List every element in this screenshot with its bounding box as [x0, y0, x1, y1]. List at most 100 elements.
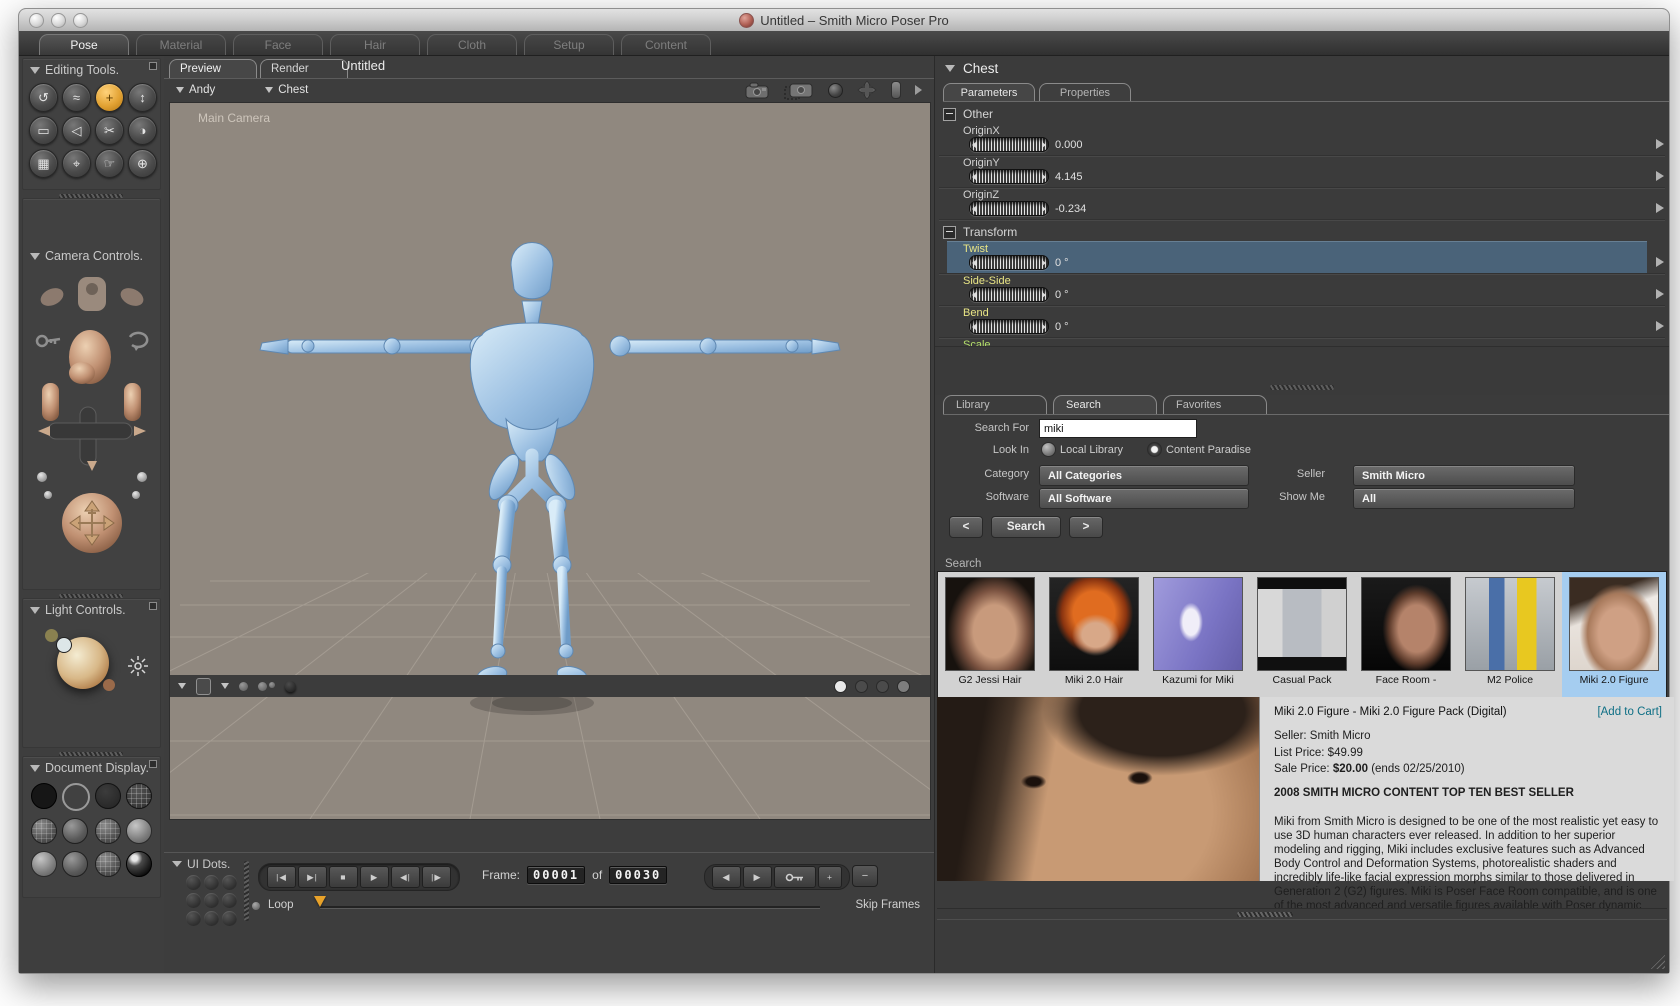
panel-resize-handle[interactable] — [1270, 385, 1334, 390]
light-dot-icon[interactable] — [103, 679, 115, 691]
rotate-tool-icon[interactable]: ↺ — [29, 83, 58, 112]
param-dial[interactable] — [969, 255, 1049, 270]
tab-cloth[interactable]: Cloth — [427, 34, 517, 55]
search-input[interactable] — [1039, 419, 1197, 438]
ui-dot[interactable] — [204, 911, 219, 926]
result-item[interactable]: Casual Pack — [1250, 572, 1354, 698]
param-dial[interactable] — [969, 201, 1049, 216]
page-dot[interactable] — [897, 679, 910, 693]
preview-viewport[interactable]: Main Camera — [169, 102, 931, 820]
zoom-window-icon[interactable] — [73, 13, 88, 28]
ui-dot[interactable] — [222, 911, 237, 926]
dropdown-triangle-icon[interactable] — [221, 683, 229, 689]
direct-manipulation-tool-icon[interactable]: ⊕ — [128, 149, 157, 178]
prev-key-button[interactable]: ◀ — [712, 866, 741, 888]
shadow-toggle-icon[interactable] — [285, 680, 296, 692]
add-keyframe-button[interactable] — [774, 866, 816, 888]
param-dial[interactable] — [969, 287, 1049, 302]
grouping-tool-icon[interactable]: ▦ — [29, 149, 58, 178]
display-texture-shaded-icon[interactable] — [95, 851, 121, 877]
move-cross-icon[interactable] — [857, 80, 877, 100]
local-library-radio-label[interactable]: Local Library — [1060, 444, 1123, 456]
camera-dolly-icon[interactable] — [784, 80, 814, 100]
figure-menu[interactable]: Andy — [176, 84, 215, 96]
display-sketch-icon[interactable] — [126, 851, 152, 877]
param-menu-arrow-icon[interactable] — [1656, 321, 1664, 331]
chain-break-tool-icon[interactable]: ✂ — [95, 116, 124, 145]
collapse-box-icon[interactable] — [943, 225, 956, 239]
display-wireframe-icon[interactable] — [95, 783, 121, 809]
display-outline-icon[interactable] — [62, 783, 90, 811]
collapse-box-icon[interactable] — [943, 107, 956, 121]
ui-dot[interactable] — [204, 875, 219, 890]
panel-detach-icon[interactable] — [149, 62, 157, 70]
software-dropdown[interactable]: All Software — [1039, 488, 1249, 509]
next-key-button[interactable]: ▶ — [743, 866, 772, 888]
local-library-radio[interactable] — [1041, 442, 1056, 457]
tab-pose[interactable]: Pose — [39, 34, 129, 55]
panel-detach-icon[interactable] — [149, 602, 157, 610]
param-menu-arrow-icon[interactable] — [1656, 171, 1664, 181]
result-item[interactable]: Miki 2.0 Hair — [1042, 572, 1146, 698]
param-menu-arrow-icon[interactable] — [1656, 257, 1664, 267]
result-item[interactable]: Kazumi for Miki — [1146, 572, 1250, 698]
add-frames-button[interactable]: + — [818, 866, 842, 888]
result-item[interactable]: G2 Jessi Hair — [938, 572, 1042, 698]
dropdown-triangle-icon[interactable] — [178, 683, 186, 689]
display-cartoon-icon[interactable] — [126, 818, 152, 844]
display-flat-shaded-icon[interactable] — [62, 818, 88, 844]
tab-face[interactable]: Face — [233, 34, 323, 55]
page-dot-active[interactable] — [834, 679, 847, 693]
playhead-marker[interactable] — [314, 896, 326, 907]
ui-dot[interactable] — [186, 911, 201, 926]
next-page-button[interactable]: > — [1069, 516, 1103, 538]
camera-controls-cluster[interactable] — [26, 265, 158, 565]
close-window-icon[interactable] — [29, 13, 44, 28]
seller-dropdown[interactable]: Smith Micro — [1353, 465, 1575, 486]
page-dot[interactable] — [855, 679, 868, 693]
group-transform[interactable]: Transform — [943, 225, 1017, 239]
display-smooth-shaded-icon[interactable] — [31, 851, 57, 877]
tab-preview[interactable]: Preview — [169, 59, 257, 78]
stop-button[interactable]: ■ — [329, 866, 358, 888]
group-other[interactable]: Other — [943, 107, 993, 121]
title-bar[interactable]: Untitled – Smith Micro Poser Pro — [19, 9, 1669, 31]
camera-controls-header[interactable]: Camera Controls. — [23, 199, 160, 263]
document-display-header[interactable]: Document Display. — [23, 757, 160, 775]
ui-dot[interactable] — [222, 875, 237, 890]
param-dial[interactable] — [969, 137, 1049, 152]
tab-hair[interactable]: Hair — [330, 34, 420, 55]
search-button[interactable]: Search — [991, 516, 1061, 538]
param-menu-arrow-icon[interactable] — [1656, 203, 1664, 213]
param-value[interactable]: 0 ° — [1055, 257, 1069, 269]
tab-search[interactable]: Search — [1053, 395, 1157, 414]
ui-dot[interactable] — [186, 875, 201, 890]
content-paradise-radio[interactable] — [1147, 442, 1162, 457]
color-tool-icon[interactable]: ◑ — [128, 116, 157, 145]
first-frame-button[interactable]: |◀ — [267, 866, 296, 888]
ui-dot[interactable] — [186, 893, 201, 908]
loop-toggle-icon[interactable] — [252, 902, 260, 910]
display-hidden-line-icon[interactable] — [126, 783, 152, 809]
tab-parameters[interactable]: Parameters — [943, 83, 1035, 101]
minimize-window-icon[interactable] — [51, 13, 66, 28]
param-dial[interactable] — [969, 319, 1049, 334]
editing-tools-header[interactable]: Editing Tools. — [23, 59, 160, 77]
current-frame-field[interactable]: 00001 — [527, 866, 586, 884]
sun-brightness-icon[interactable] — [127, 655, 149, 677]
param-menu-arrow-icon[interactable] — [1656, 139, 1664, 149]
delete-frames-button[interactable]: − — [852, 865, 878, 887]
document-window-icon[interactable] — [196, 677, 211, 695]
param-menu-arrow-icon[interactable] — [1656, 289, 1664, 299]
horizontal-scrollbar[interactable] — [937, 908, 1667, 920]
last-frame-button[interactable]: ▶| — [298, 866, 327, 888]
ui-dot[interactable] — [204, 893, 219, 908]
param-dial[interactable] — [969, 169, 1049, 184]
play-button[interactable]: ▶ — [360, 866, 389, 888]
step-forward-button[interactable]: |▶ — [422, 866, 451, 888]
add-to-cart-link[interactable]: [Add to Cart] — [1597, 706, 1662, 718]
display-flat-lined-icon[interactable] — [95, 818, 121, 844]
result-item[interactable]: Face Room - — [1354, 572, 1458, 698]
display-lit-wireframe-icon[interactable] — [31, 818, 57, 844]
tab-material[interactable]: Material — [136, 34, 226, 55]
